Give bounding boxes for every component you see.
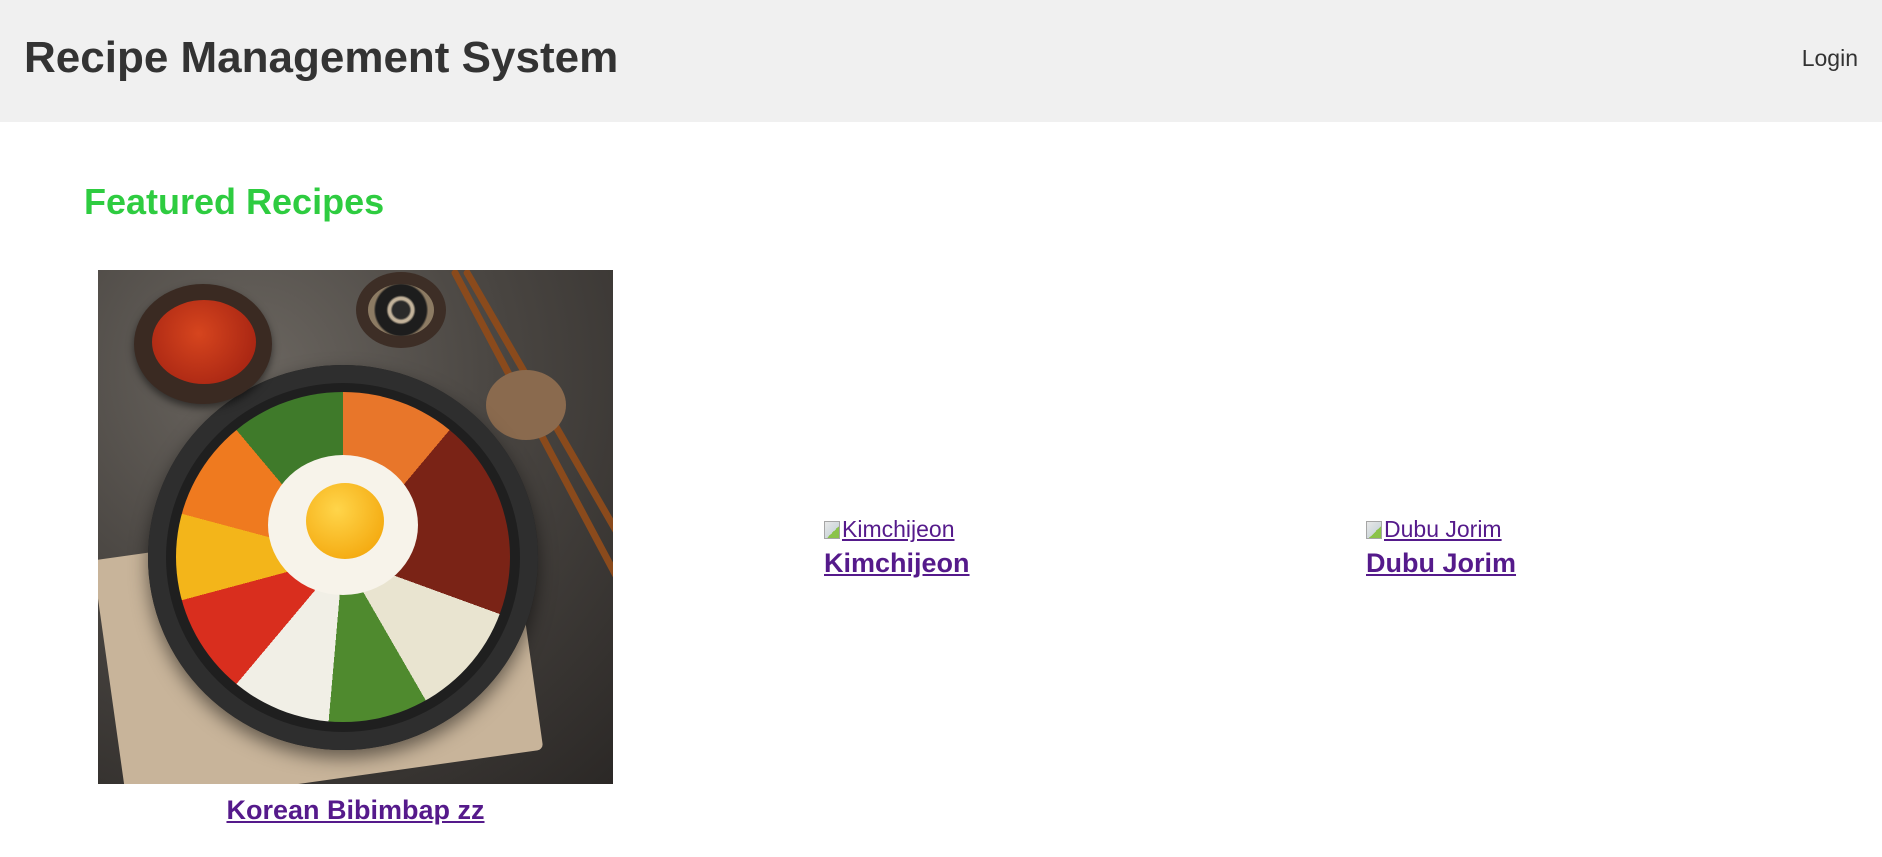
recipe-image-link[interactable]: Dubu Jorim <box>1366 514 1516 544</box>
broken-image-icon <box>1366 521 1382 539</box>
image-alt-text: Kimchijeon <box>842 516 955 542</box>
recipe-photo-side-bowl <box>486 370 566 440</box>
image-alt-text: Dubu Jorim <box>1384 516 1502 542</box>
recipe-image-link[interactable] <box>98 270 613 784</box>
app-title: Recipe Management System <box>24 33 619 82</box>
featured-recipes-heading: Featured Recipes <box>84 181 385 222</box>
recipe-card: Korean Bibimbap zz <box>98 270 613 828</box>
recipe-title-link[interactable]: Dubu Jorim <box>1366 546 1516 580</box>
recipe-card: Kimchijeon Kimchijeon <box>824 514 970 580</box>
recipe-title-link[interactable]: Kimchijeon <box>824 546 970 580</box>
recipe-image-link[interactable]: Kimchijeon <box>824 514 970 544</box>
recipe-title-link[interactable]: Korean Bibimbap zz <box>226 792 484 828</box>
recipe-photo-egg-yolk <box>306 483 384 559</box>
broken-image-icon <box>824 521 840 539</box>
recipe-photo-sauce <box>152 300 256 384</box>
login-link[interactable]: Login <box>1802 44 1858 72</box>
top-navbar: Recipe Management System Login <box>0 0 1882 122</box>
recipe-photo-pepper <box>368 284 434 336</box>
recipe-card: Dubu Jorim Dubu Jorim <box>1366 514 1516 580</box>
